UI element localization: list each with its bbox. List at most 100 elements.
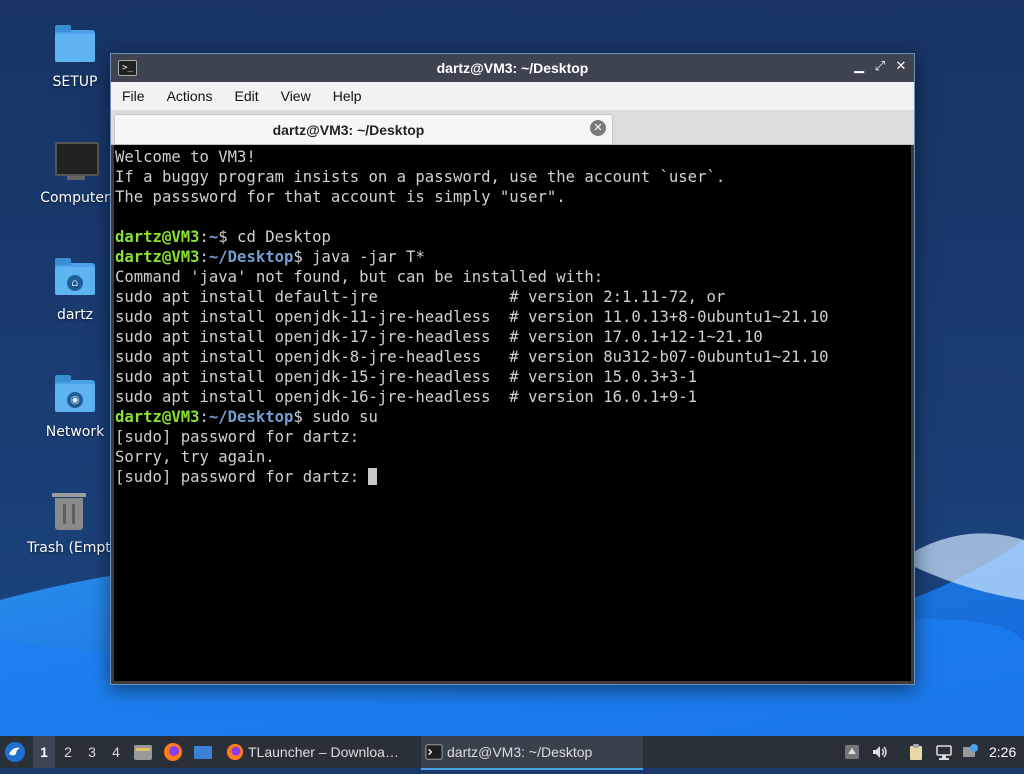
terminal-line: Sorry, try again. (115, 447, 911, 467)
terminal-tab[interactable]: dartz@VM3: ~/Desktop ✕ (114, 114, 613, 144)
terminal-line: sudo apt install openjdk-15-jre-headless… (115, 367, 911, 387)
firefox-icon (226, 743, 244, 761)
home-folder-icon: ⌂ (53, 257, 97, 301)
menu-actions[interactable]: Actions (156, 82, 224, 110)
desktop-icon-computer[interactable]: Computer (27, 140, 123, 206)
terminal-line: sudo apt install openjdk-17-jre-headless… (115, 327, 911, 347)
terminal-line: sudo apt install openjdk-8-jre-headless … (115, 347, 911, 367)
prompt-path: ~/Desktop (208, 408, 294, 426)
terminal-line: sudo apt install default-jre # version 2… (115, 287, 911, 307)
firefox-launcher[interactable] (163, 736, 185, 768)
output-text: The passsword for that account is simply… (115, 188, 566, 206)
terminal-line: [sudo] password for dartz: (115, 467, 911, 487)
prompt-path: ~ (208, 228, 219, 246)
terminal-line: dartz@VM3:~/Desktop$ sudo su (115, 407, 911, 427)
tab-close-icon[interactable]: ✕ (590, 120, 606, 136)
terminal-line: If a buggy program insists on a password… (115, 167, 911, 187)
workspace-4[interactable]: 4 (105, 736, 127, 768)
close-button[interactable]: ✕ (893, 59, 909, 75)
prompt-separator: : (199, 248, 209, 266)
taskbar: 1 2 3 4 TLauncher – Downloa… dartz@VM3: … (0, 736, 1024, 770)
desktop-icon (194, 746, 212, 759)
task-label: TLauncher – Downloa… (248, 744, 399, 760)
desktop-icon-setup[interactable]: SETUP (27, 24, 123, 90)
menu-edit[interactable]: Edit (223, 82, 269, 110)
show-desktop-launcher[interactable] (193, 736, 215, 768)
desktop-icon-label: Trash (Empty) (27, 540, 111, 556)
desktop-icon-network[interactable]: ◉ Network (27, 374, 123, 440)
output-text: Command 'java' not found, but can be ins… (115, 268, 604, 286)
terminal-cursor (368, 468, 378, 485)
terminal-line: Welcome to VM3! (115, 147, 911, 167)
window-titlebar[interactable]: >_ dartz@VM3: ~/Desktop ▁ ⤢ ✕ (111, 54, 914, 82)
output-text: [sudo] password for dartz: (115, 468, 369, 486)
folder-icon (53, 24, 97, 68)
prompt-user: dartz@VM3 (115, 248, 200, 266)
output-text: sudo apt install openjdk-15-jre-headless… (115, 368, 698, 386)
workspace-3[interactable]: 3 (81, 736, 103, 768)
terminal-icon (425, 744, 443, 760)
prompt-user: dartz@VM3 (115, 408, 200, 426)
desktop-icon-label: Computer (40, 190, 110, 206)
tab-bar: dartz@VM3: ~/Desktop ✕ (111, 110, 914, 145)
menu-help[interactable]: Help (322, 82, 373, 110)
terminal-output[interactable]: Welcome to VM3! If a buggy program insist… (114, 145, 911, 681)
output-text: Sorry, try again. (115, 448, 275, 466)
task-terminal[interactable]: dartz@VM3: ~/Desktop (421, 736, 643, 770)
command-text: $ java -jar T* (293, 248, 425, 266)
prompt-separator: : (199, 228, 209, 246)
volume-icon[interactable] (871, 743, 889, 761)
network-icon[interactable] (935, 743, 953, 761)
computer-icon (53, 140, 99, 184)
command-text: $ sudo su (293, 408, 378, 426)
maximize-button[interactable]: ⤢ (872, 59, 888, 75)
start-menu-button[interactable] (4, 736, 30, 768)
minimize-button[interactable]: ▁ (851, 59, 867, 75)
terminal-line: The passsword for that account is simply… (115, 187, 911, 207)
prompt-separator: : (199, 408, 209, 426)
output-text: sudo apt install openjdk-8-jre-headless … (115, 348, 829, 366)
workspace-1[interactable]: 1 (33, 736, 55, 768)
notification-icon[interactable] (961, 743, 979, 761)
window-title: dartz@VM3: ~/Desktop (436, 60, 589, 76)
output-text: sudo apt install openjdk-11-jre-headless… (115, 308, 829, 326)
desktop-icon-label: dartz (56, 307, 94, 323)
terminal-line: sudo apt install openjdk-11-jre-headless… (115, 307, 911, 327)
desktop-icon-label: Network (45, 424, 105, 440)
output-text: [sudo] password for dartz: (115, 428, 360, 446)
menu-view[interactable]: View (270, 82, 322, 110)
terminal-line: [sudo] password for dartz: (115, 427, 911, 447)
terminal-line: Command 'java' not found, but can be ins… (115, 267, 911, 287)
terminal-line: dartz@VM3:~$ cd Desktop (115, 227, 911, 247)
output-text: sudo apt install openjdk-17-jre-headless… (115, 328, 763, 346)
updates-icon[interactable] (843, 743, 861, 761)
clock[interactable]: 2:26 (989, 736, 1021, 768)
output-text: Welcome to VM3! (115, 148, 256, 166)
prompt-user: dartz@VM3 (115, 228, 200, 246)
clipboard-icon[interactable] (907, 743, 925, 761)
task-tlauncher[interactable]: TLauncher – Downloa… (222, 736, 440, 768)
tab-label: dartz@VM3: ~/Desktop (272, 122, 425, 138)
menu-bar: File Actions Edit View Help (111, 82, 914, 110)
distro-logo-icon (5, 742, 25, 762)
task-label: dartz@VM3: ~/Desktop (447, 744, 593, 760)
desktop-icon-home[interactable]: ⌂ dartz (27, 257, 123, 323)
menu-file[interactable]: File (111, 82, 156, 110)
file-manager-launcher[interactable] (133, 736, 155, 768)
workspace-2[interactable]: 2 (57, 736, 79, 768)
prompt-path: ~/Desktop (208, 248, 294, 266)
file-manager-icon (134, 745, 152, 760)
desktop-icon-trash[interactable]: Trash (Empty) (27, 490, 111, 556)
output-text: If a buggy program insists on a password… (115, 168, 726, 186)
firefox-icon (164, 743, 182, 761)
terminal-text: Welcome to VM3! If a buggy program insist… (114, 145, 911, 487)
terminal-line: sudo apt install openjdk-16-jre-headless… (115, 387, 911, 407)
output-text: sudo apt install openjdk-16-jre-headless… (115, 388, 698, 406)
terminal-window[interactable]: >_ dartz@VM3: ~/Desktop ▁ ⤢ ✕ File Action… (110, 53, 915, 685)
command-text: $ cd Desktop (218, 228, 331, 246)
network-folder-icon: ◉ (53, 374, 97, 418)
output-text: sudo apt install default-jre # version 2… (115, 288, 726, 306)
terminal-line: dartz@VM3:~/Desktop$ java -jar T* (115, 247, 911, 267)
trash-icon (47, 490, 91, 534)
